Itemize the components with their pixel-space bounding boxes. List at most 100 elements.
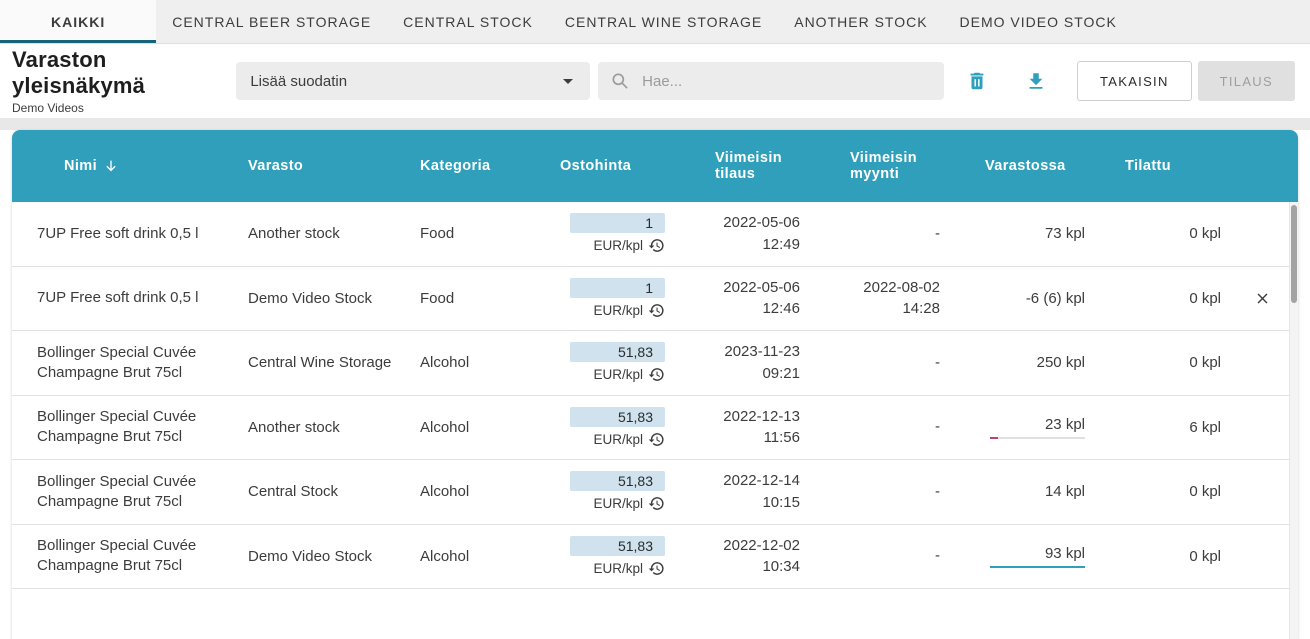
column-label: Nimi: [64, 158, 97, 174]
tab-central-stock[interactable]: CENTRAL STOCK: [387, 0, 549, 43]
ordered-value: 0 kpl: [1189, 548, 1221, 565]
page-title: Varaston yleisnäkymä: [12, 47, 236, 99]
search-icon: [610, 71, 630, 91]
column-header-viimeisin-myynti[interactable]: Viimeisin myynti: [812, 130, 952, 202]
ordered-value: 0 kpl: [1189, 354, 1221, 371]
price-value: 1: [570, 213, 665, 233]
scrollbar-track[interactable]: [1289, 202, 1298, 639]
category: Food: [407, 202, 552, 266]
column-header-varasto[interactable]: Varasto: [227, 130, 407, 202]
purchase-price: 51,83 EUR/kpl: [570, 342, 665, 383]
page-subtitle: Demo Videos: [12, 101, 236, 115]
purchase-price: 1 EUR/kpl: [570, 213, 665, 254]
last-sale: -: [935, 545, 940, 567]
price-value: 51,83: [570, 471, 665, 491]
product-name: Bollinger Special Cuvée Champagne Brut 7…: [12, 331, 227, 395]
table-header-row: Nimi Varasto Kategoria Ostohinta Viimeis…: [12, 130, 1298, 202]
warehouse-name: Demo Video Stock: [227, 525, 407, 589]
warehouse-name: Central Wine Storage: [227, 331, 407, 395]
filter-dropdown[interactable]: Lisää suodatin: [236, 62, 590, 100]
price-history-icon[interactable]: [648, 431, 665, 448]
price-history-icon[interactable]: [648, 495, 665, 512]
tab-central-wine-storage[interactable]: CENTRAL WINE STORAGE: [549, 0, 778, 43]
tab-label: CENTRAL WINE STORAGE: [565, 14, 762, 30]
close-icon[interactable]: [1254, 290, 1271, 307]
purchase-price: 51,83 EUR/kpl: [570, 536, 665, 577]
column-header-kategoria[interactable]: Kategoria: [407, 130, 552, 202]
last-sale: -: [935, 416, 940, 438]
price-history-icon[interactable]: [648, 302, 665, 319]
page-header: Varaston yleisnäkymä Demo Videos Lisää s…: [0, 44, 1310, 118]
table-row[interactable]: Bollinger Special Cuvée Champagne Brut 7…: [12, 396, 1298, 461]
column-header-varastossa[interactable]: Varastossa: [952, 130, 1097, 202]
price-history-icon[interactable]: [648, 560, 665, 577]
table-row[interactable]: Bollinger Special Cuvée Champagne Brut 7…: [12, 525, 1298, 590]
main-content: Nimi Varasto Kategoria Ostohinta Viimeis…: [0, 130, 1310, 639]
last-sale: -: [935, 352, 940, 374]
download-button[interactable]: [1017, 61, 1055, 101]
product-name: 7UP Free soft drink 0,5 l: [12, 202, 227, 266]
category: Alcohol: [407, 396, 552, 460]
product-name: Bollinger Special Cuvée Champagne Brut 7…: [12, 525, 227, 589]
filter-dropdown-label: Lisää suodatin: [250, 73, 347, 90]
tab-another-stock[interactable]: ANOTHER STOCK: [778, 0, 943, 43]
column-label: Viimeisin tilaus: [715, 150, 812, 182]
download-icon: [1025, 70, 1047, 92]
warehouse-name: Another stock: [227, 396, 407, 460]
in-stock-value: 73 kpl: [990, 225, 1085, 242]
column-header-tilattu[interactable]: Tilattu: [1097, 130, 1227, 202]
column-header-viimeisin-tilaus[interactable]: Viimeisin tilaus: [672, 130, 812, 202]
last-sale: 2022-08-02 14:28: [863, 277, 940, 321]
purchase-price: 51,83 EUR/kpl: [570, 407, 665, 448]
price-unit-label: EUR/kpl: [593, 367, 643, 382]
price-value: 51,83: [570, 342, 665, 362]
chevron-down-icon: [556, 69, 580, 93]
table-row[interactable]: Bollinger Special Cuvée Champagne Brut 7…: [12, 331, 1298, 396]
column-label: Ostohinta: [560, 158, 631, 174]
trash-icon: [966, 70, 988, 92]
tab-label: DEMO VIDEO STOCK: [960, 14, 1117, 30]
column-header-actions: [1227, 130, 1298, 202]
column-header-nimi[interactable]: Nimi: [12, 130, 227, 202]
tab-kaikki[interactable]: KAIKKI: [0, 0, 156, 43]
warehouse-name: Central Stock: [227, 460, 407, 524]
in-stock-value: 93 kpl: [990, 545, 1085, 568]
category: Alcohol: [407, 331, 552, 395]
in-stock-value: -6 (6) kpl: [990, 290, 1085, 307]
price-history-icon[interactable]: [648, 237, 665, 254]
back-button[interactable]: TAKAISIN: [1077, 61, 1192, 101]
table-row[interactable]: Bollinger Special Cuvée Champagne Brut 7…: [12, 460, 1298, 525]
ordered-value: 0 kpl: [1189, 290, 1221, 307]
price-unit-label: EUR/kpl: [593, 496, 643, 511]
table-row[interactable]: 7UP Free soft drink 0,5 l Another stock …: [12, 202, 1298, 267]
column-header-ostohinta[interactable]: Ostohinta: [552, 130, 672, 202]
product-name: Bollinger Special Cuvée Champagne Brut 7…: [12, 460, 227, 524]
in-stock-value: 23 kpl: [990, 416, 1085, 439]
price-value: 51,83: [570, 536, 665, 556]
warehouse-tabbar: KAIKKI CENTRAL BEER STORAGE CENTRAL STOC…: [0, 0, 1310, 44]
clear-filters-button[interactable]: [958, 61, 996, 101]
tab-central-beer-storage[interactable]: CENTRAL BEER STORAGE: [156, 0, 387, 43]
column-label: Kategoria: [420, 158, 490, 174]
table-row[interactable]: 7UP Free soft drink 0,5 l Demo Video Sto…: [12, 267, 1298, 332]
last-order: 2022-05-06 12:49: [723, 212, 800, 256]
price-value: 51,83: [570, 407, 665, 427]
title-block: Varaston yleisnäkymä Demo Videos: [12, 47, 236, 115]
tab-demo-video-stock[interactable]: DEMO VIDEO STOCK: [944, 0, 1133, 43]
price-history-icon[interactable]: [648, 366, 665, 383]
category: Food: [407, 267, 552, 331]
price-unit-label: EUR/kpl: [593, 561, 643, 576]
category: Alcohol: [407, 460, 552, 524]
tab-label: ANOTHER STOCK: [794, 14, 927, 30]
price-unit-label: EUR/kpl: [593, 238, 643, 253]
price-value: 1: [570, 278, 665, 298]
ordered-value: 6 kpl: [1189, 419, 1221, 436]
search-input[interactable]: [640, 72, 932, 91]
product-name: 7UP Free soft drink 0,5 l: [12, 267, 227, 331]
order-button: TILAUS: [1198, 61, 1295, 101]
last-order: 2023-11-23 09:21: [724, 341, 800, 385]
purchase-price: 51,83 EUR/kpl: [570, 471, 665, 512]
in-stock-value: 14 kpl: [990, 483, 1085, 500]
scrollbar-thumb[interactable]: [1291, 205, 1297, 303]
category: Alcohol: [407, 525, 552, 589]
